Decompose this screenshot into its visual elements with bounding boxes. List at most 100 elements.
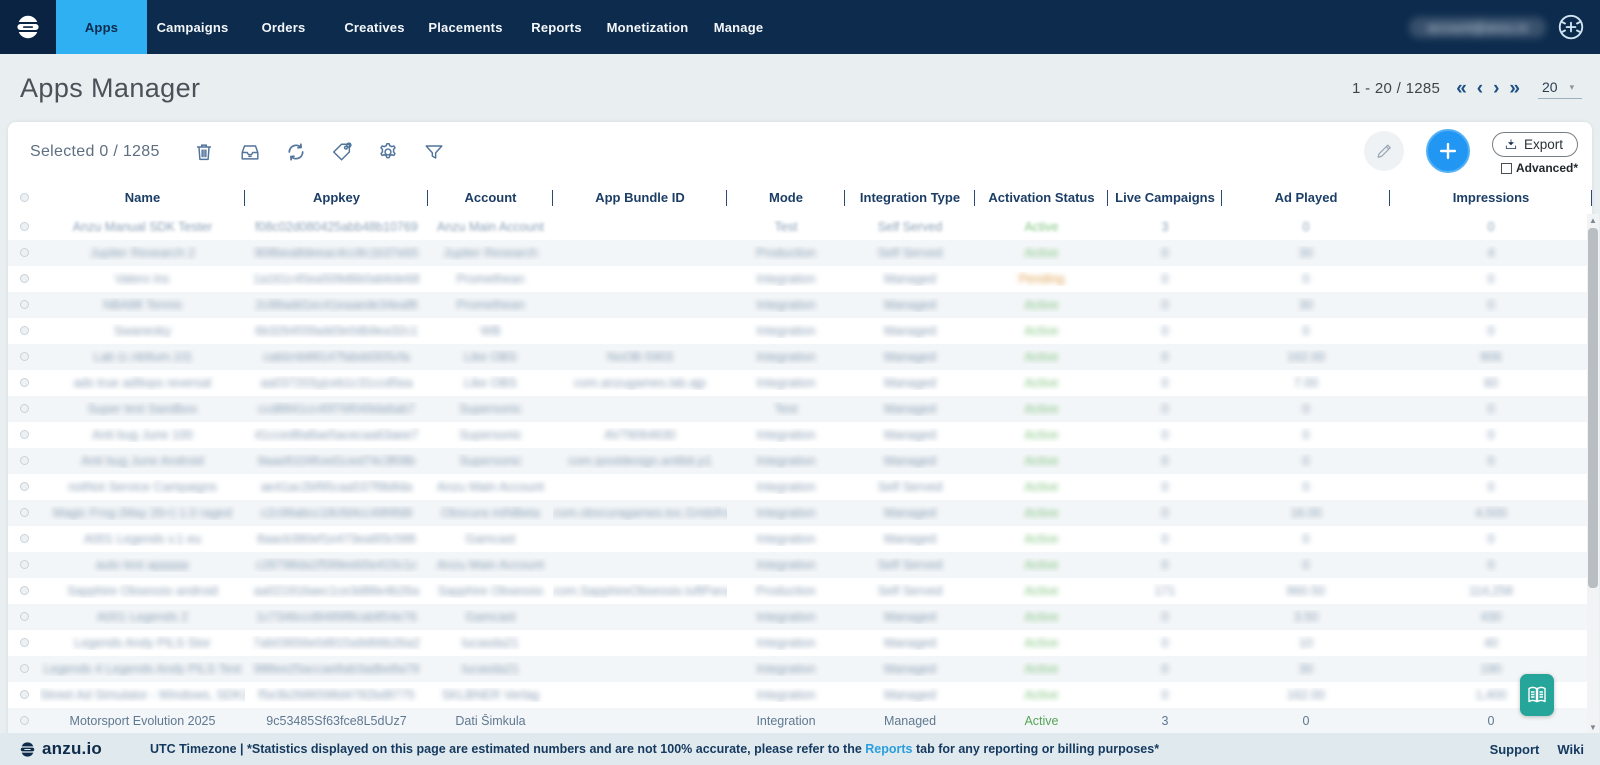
table-row[interactable]: Motorsport Evolution 2025 9c53485Sf63fce8… <box>8 708 1592 733</box>
filter-icon[interactable] <box>422 140 446 164</box>
add-app-button[interactable] <box>1425 129 1470 173</box>
column-header-integration-type[interactable]: Integration Type <box>845 182 975 214</box>
table-row[interactable]: Magic Frog (May 26+) 1.0 raged c2c99abcc1… <box>8 500 1592 526</box>
refresh-icon[interactable] <box>284 140 308 164</box>
row-checkbox[interactable] <box>8 376 40 390</box>
footer-brand[interactable]: anzu.io <box>18 739 102 759</box>
nav-tab-reports[interactable]: Reports <box>511 0 602 54</box>
export-button[interactable]: Export <box>1491 132 1578 157</box>
table-row[interactable]: Swanesky 6b326455fadd3e0db9ea32c1 WB Integr… <box>8 318 1592 344</box>
column-header-ad-played[interactable]: Ad Played <box>1222 182 1390 214</box>
row-checkbox[interactable] <box>8 558 40 572</box>
cell-activation-status: Active <box>1024 636 1059 650</box>
nav-tab-placements[interactable]: Placements <box>420 0 511 54</box>
row-checkbox[interactable] <box>8 272 40 286</box>
row-checkbox[interactable] <box>8 454 40 468</box>
user-avatar-icon[interactable] <box>1556 12 1586 42</box>
table-row[interactable]: Valero Inc 1a161c45ea509d6b0ab6de68 Promet… <box>8 266 1592 292</box>
cell-activation-status: Active <box>1024 662 1059 676</box>
row-checkbox[interactable] <box>8 688 40 702</box>
table-row[interactable]: notNot Service Campaigns ae41ac2bf95caa53… <box>8 474 1592 500</box>
cell-mode: Integration <box>756 272 816 286</box>
column-header-appkey[interactable]: Appkey <box>245 182 428 214</box>
row-checkbox[interactable] <box>8 402 40 416</box>
table-row[interactable]: A001 Legends 2 1c7346ccd9489f8cab854e76 Ga… <box>8 604 1592 630</box>
row-checkbox[interactable] <box>8 350 40 364</box>
row-checkbox[interactable] <box>8 480 40 494</box>
column-header-mode[interactable]: Mode <box>727 182 845 214</box>
cell-live-campaigns: 171 <box>1154 584 1176 598</box>
prev-page-button[interactable]: ‹ <box>1475 79 1485 98</box>
cell-activation-status: Active <box>1024 428 1059 442</box>
last-page-button[interactable]: » <box>1507 79 1522 98</box>
cell-impressions: 0 <box>1487 428 1495 442</box>
nav-tab-creatives[interactable]: Creatives <box>329 0 420 54</box>
table-row[interactable]: Street Ad Simulator - Windows, SDK26 f5e3… <box>8 682 1592 708</box>
row-checkbox[interactable] <box>8 610 40 624</box>
nav-tab-orders[interactable]: Orders <box>238 0 329 54</box>
anzu-logo[interactable] <box>0 0 56 54</box>
row-checkbox[interactable] <box>8 298 40 312</box>
nav-tab-apps[interactable]: Apps <box>56 0 147 54</box>
reports-link[interactable]: Reports <box>865 742 912 756</box>
page-size-select[interactable]: 20 ▾ <box>1538 77 1582 99</box>
row-checkbox[interactable] <box>8 662 40 676</box>
cell-impressions: 4 <box>1487 246 1495 260</box>
knowledge-base-button[interactable] <box>1520 674 1554 716</box>
column-header-name[interactable]: Name <box>40 182 245 214</box>
cell-account: WB <box>480 324 501 338</box>
table-row[interactable]: Sapphire Obsessio android aa021916aec1ce3… <box>8 578 1592 604</box>
table-row[interactable]: Anzu Manual SDK Tester f08c02d080425abb48… <box>8 214 1592 240</box>
vertical-scrollbar[interactable]: ▲ ▼ <box>1587 214 1599 733</box>
row-checkbox[interactable] <box>8 714 40 728</box>
table-row[interactable]: Legends Andy PILS Stor 7ab03656e0d915a9d6… <box>8 630 1592 656</box>
row-checkbox[interactable] <box>8 532 40 546</box>
row-checkbox[interactable] <box>8 220 40 234</box>
table-row[interactable]: Super test Sandbox ccd8841cc45f76f049da6a… <box>8 396 1592 422</box>
table-row[interactable]: Anti bug June 100 41cced8a8ae5acecaa63aee… <box>8 422 1592 448</box>
nav-tab-manage[interactable]: Manage <box>693 0 784 54</box>
first-page-button[interactable]: « <box>1454 79 1469 98</box>
select-all-checkbox[interactable] <box>8 182 40 214</box>
cell-bundle-id <box>553 220 727 234</box>
table-row[interactable]: NBA88 Tennis 2c88add1ec41eaaede34eaf8 Prom… <box>8 292 1592 318</box>
nav-tab-monetization[interactable]: Monetization <box>602 0 693 54</box>
nav-tab-campaigns[interactable]: Campaigns <box>147 0 238 54</box>
edit-button[interactable] <box>1363 131 1404 171</box>
table-row[interactable]: auto test appppp c28798da1f599eeb5e415c1c… <box>8 552 1592 578</box>
checkbox-circle-icon <box>19 193 29 202</box>
table-row[interactable]: Jupiter Research 2 908bea8deeac4cc8c1b37e… <box>8 240 1592 266</box>
table-row[interactable]: Legends 4 Legends Andy PILS Test 988ee25a… <box>8 656 1592 682</box>
next-page-button[interactable]: › <box>1491 79 1501 98</box>
table-row[interactable]: Lab (c.nb9um.10) cablznb88147fabdd305cfa L… <box>8 344 1592 370</box>
row-checkbox[interactable] <box>8 636 40 650</box>
row-checkbox[interactable] <box>8 246 40 260</box>
column-header-live-campaigns[interactable]: Live Campaigns <box>1108 182 1222 214</box>
settings-icon[interactable] <box>376 140 400 164</box>
scrollbar-thumb[interactable] <box>1588 228 1598 588</box>
wiki-link[interactable]: Wiki <box>1557 742 1584 757</box>
row-checkbox[interactable] <box>8 506 40 520</box>
column-header-activation-status[interactable]: Activation Status <box>975 182 1108 214</box>
support-link[interactable]: Support <box>1490 742 1540 757</box>
tag-icon[interactable] <box>330 140 354 164</box>
column-header-app-bundle-id[interactable]: App Bundle ID <box>553 182 727 214</box>
column-header-impressions[interactable]: Impressions <box>1390 182 1592 214</box>
scroll-down-arrow-icon[interactable]: ▼ <box>1587 721 1599 733</box>
row-checkbox[interactable] <box>8 428 40 442</box>
row-checkbox[interactable] <box>8 324 40 338</box>
archive-icon[interactable] <box>238 140 262 164</box>
cell-activation-status: Active <box>1024 376 1059 390</box>
table-row[interactable]: ads true ad9ops reversal aa037203yjceb1c3… <box>8 370 1592 396</box>
cell-live-campaigns: 0 <box>1161 506 1169 520</box>
table-row[interactable]: A001 Legends v.1 eu 8aacb380ef1e473ea6f3c… <box>8 526 1592 552</box>
advanced-checkbox[interactable]: Advanced* <box>1500 161 1578 175</box>
delete-icon[interactable] <box>192 140 216 164</box>
row-checkbox[interactable] <box>8 584 40 598</box>
column-header-account[interactable]: Account <box>428 182 553 214</box>
scroll-up-arrow-icon[interactable]: ▲ <box>1587 214 1599 226</box>
cell-ad-played: 10 <box>1299 636 1313 650</box>
cell-activation-status: Active <box>1024 506 1059 520</box>
cell-ad-played: 0 <box>1302 220 1310 234</box>
table-row[interactable]: Anti bug June Android 9aae8104fced1ced74c… <box>8 448 1592 474</box>
